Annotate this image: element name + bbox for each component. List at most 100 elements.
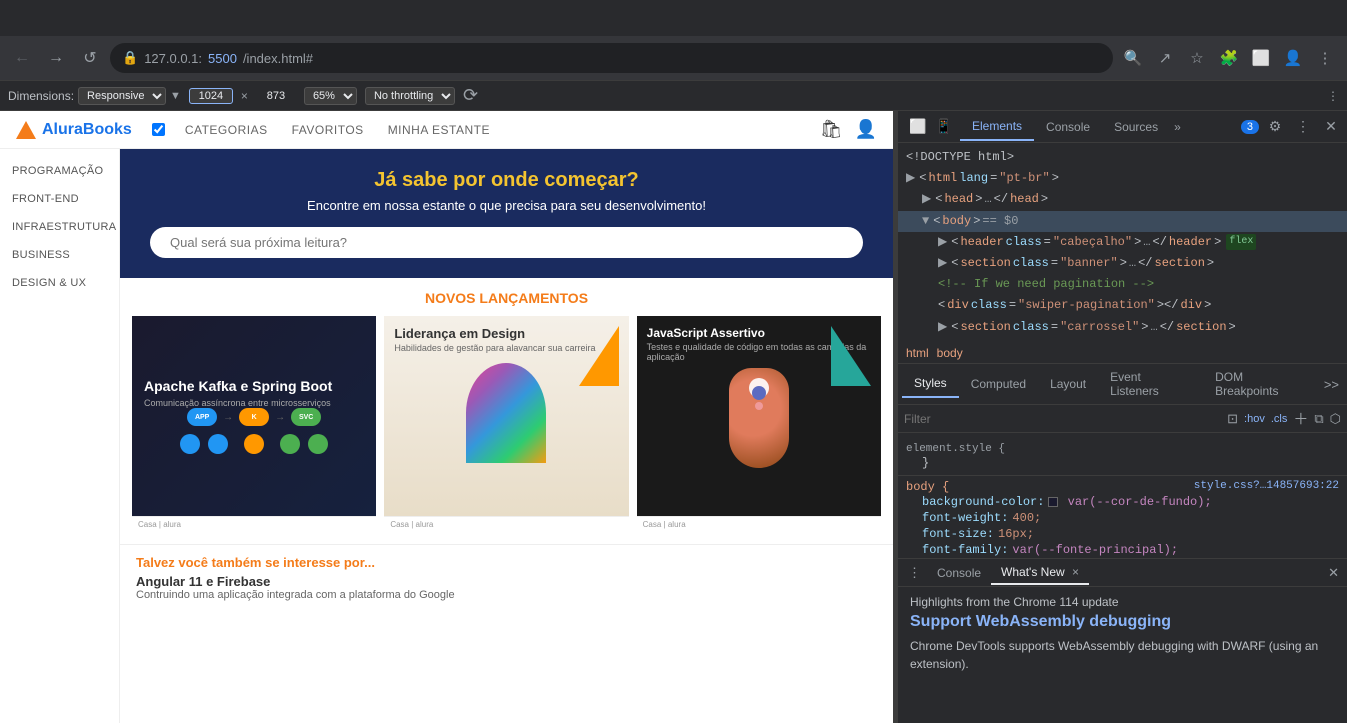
kafka-node: APP [187,408,217,426]
tab-computed[interactable]: Computed [959,371,1038,397]
forward-button[interactable]: → [42,44,70,72]
address-bar[interactable]: 🔒 127.0.0.1:5500/index.html# [110,43,1113,73]
nav-favoritos[interactable]: FAVORITOS [292,123,364,137]
checkbox-input[interactable] [152,123,165,136]
tab-styles[interactable]: Styles [902,370,959,398]
tree-html[interactable]: ▶ <html lang="pt-br" > [898,168,1347,189]
tab-sources[interactable]: Sources [1102,114,1170,140]
search-books-input[interactable] [150,227,863,258]
breadcrumb-body[interactable]: body [937,346,963,360]
book-cover-js: JavaScript Assertivo Testes e qualidade … [637,316,881,516]
sidebar-item-design[interactable]: DESIGN & UX [0,269,119,297]
book-footer: Casa | alura [384,516,628,532]
tab-dom-breakpoints[interactable]: DOM Breakpoints [1203,364,1320,404]
more-devtools-icon[interactable]: ⋮ [1291,115,1315,139]
reload-button[interactable]: ↺ [76,44,104,72]
user-icon[interactable]: 👤 [855,119,877,140]
add-style-icon[interactable]: ＋ [1293,408,1308,429]
extension2-button[interactable]: ⬜ [1247,44,1275,72]
pseudo-cls-btn[interactable]: .cls [1271,413,1288,425]
tree-section-carrossel[interactable]: ▶ <section class="carrossel" > … </secti… [898,317,1347,338]
also-book-title: Angular 11 e Firebase [136,574,877,589]
inspect-icon[interactable]: ⬜ [906,115,930,139]
nav-minha-estante[interactable]: MINHA ESTANTE [388,123,490,137]
tree-section-banner[interactable]: ▶ <section class="banner" > … </section> [898,253,1347,274]
tab-layout[interactable]: Layout [1038,371,1098,397]
tab-console[interactable]: Console [1034,114,1102,140]
book-card-lideranca: Liderança em Design Habilidades de gestã… [384,316,628,532]
sidebar-item-infra[interactable]: INFRAESTRUTURA [0,213,119,241]
rotate-icon-btn[interactable]: ⟳ [463,85,478,106]
tab-more-styles[interactable]: >> [1320,371,1343,398]
breadcrumb-html[interactable]: html [906,346,929,360]
search-icon-btn[interactable]: 🔍 [1119,44,1147,72]
expand-icon[interactable]: ▶ [938,233,947,252]
tab-event-listeners[interactable]: Event Listeners [1098,364,1203,404]
copy-icon[interactable]: ⧉ [1314,411,1323,427]
body-source[interactable]: style.css?…14857693:22 [1194,480,1339,494]
width-input[interactable] [189,88,233,104]
expand-icon[interactable]: ▶ [922,190,931,209]
body-selector: body { [906,480,949,494]
profile-button[interactable]: 👤 [1279,44,1307,72]
expand-icon[interactable]: ▼ [922,212,929,231]
tab-elements[interactable]: Elements [960,113,1034,141]
site-nav: CATEGORIAS FAVORITOS MINHA ESTANTE [185,123,490,137]
bookmark-button[interactable]: ☆ [1183,44,1211,72]
site-body: PROGRAMAÇÃO FRONT-END INFRAESTRUTURA BUS… [0,149,893,723]
tree-body[interactable]: ▼ <body> == $0 [898,211,1347,232]
site-main-content: Já sabe por onde começar? Encontre em no… [120,149,893,723]
back-button[interactable]: ← [8,44,36,72]
sidebar-item-frontend[interactable]: FRONT-END [0,185,119,213]
section-novos-title: NOVOS LANÇAMENTOS [132,290,881,306]
book-cover-kafka: Apache Kafka e Spring Boot Comunicação a… [132,316,376,516]
books-grid: Apache Kafka e Spring Boot Comunicação a… [132,316,881,532]
book-card-kafka: Apache Kafka e Spring Boot Comunicação a… [132,316,376,532]
browser-nav: ← → ↺ 🔒 127.0.0.1:5500/index.html# 🔍 ↗ ☆… [0,36,1347,80]
css-prop-font-family: font-family: var(--fonte-principal); [906,542,1339,558]
filter-input[interactable] [904,412,1223,426]
expand-icon[interactable]: ⬡ [1330,411,1341,427]
tree-div-swiper[interactable]: <div class="swiper-pagination" ></div> [898,295,1347,316]
console-tab-console[interactable]: Console [927,562,991,584]
console-menu-icon[interactable]: ⋮ [902,561,927,585]
more-menu-button[interactable]: ⋮ [1311,44,1339,72]
settings-icon[interactable]: ⚙ [1263,115,1287,139]
arrow-icon: → [223,412,233,423]
expand-icon[interactable]: ▶ [938,254,947,273]
color-swatch[interactable] [1048,497,1058,507]
filter-bar: ⊡ :hov .cls ＋ ⧉ ⬡ [898,405,1347,433]
more-options-icon[interactable]: ⋮ [1327,89,1339,103]
close-console-icon[interactable]: ✕ [1324,561,1343,585]
extensions-button[interactable]: 🧩 [1215,44,1243,72]
share-button[interactable]: ↗ [1151,44,1179,72]
expand-icon[interactable]: ▶ [938,318,947,337]
css-prop-font-weight: font-weight: 400; [906,510,1339,526]
html-tree: <!DOCTYPE html> ▶ <html lang="pt-br" > ▶… [898,143,1347,343]
nav-categorias[interactable]: CATEGORIAS [185,123,268,137]
tree-header[interactable]: ▶ <header class="cabeçalho" > … </header… [898,232,1347,253]
filter-icon[interactable]: ⊡ [1227,411,1238,427]
zoom-select[interactable]: 65% [304,87,357,105]
tab-more-icon[interactable]: » [1170,114,1185,140]
main-layout: AluraBooks CATEGORIAS FAVORITOS MINHA ES… [0,111,1347,723]
console-panel: ⋮ Console What's New × ✕ Highlights from… [898,558,1347,723]
whats-new-close-icon[interactable]: × [1072,565,1079,579]
pseudo-hov-btn[interactable]: :hov [1244,413,1265,425]
book-cover-image [466,363,546,463]
cart-icon[interactable]: 🛍 [820,119,843,140]
sidebar-item-business[interactable]: BUSINESS [0,241,119,269]
book-footer: Casa | alura [132,516,376,532]
device-icon[interactable]: 📱 [932,115,956,139]
close-devtools-icon[interactable]: ✕ [1319,115,1343,139]
devtools-main-tabs: ⬜ 📱 Elements Console Sources » 3 ⚙ ⋮ ✕ [898,111,1347,143]
dimensions-preset-select[interactable]: Responsive [78,87,166,105]
throttle-select[interactable]: No throttling [365,87,455,105]
sidebar-item-programacao[interactable]: PROGRAMAÇÃO [0,157,119,185]
height-input[interactable] [256,90,296,102]
expand-icon[interactable]: ▶ [906,169,915,188]
triangle-decoration [831,326,871,386]
tree-head[interactable]: ▶ <head> … </head> [898,189,1347,210]
console-tab-whats-new[interactable]: What's New × [991,561,1089,585]
site-sidebar: PROGRAMAÇÃO FRONT-END INFRAESTRUTURA BUS… [0,149,120,723]
